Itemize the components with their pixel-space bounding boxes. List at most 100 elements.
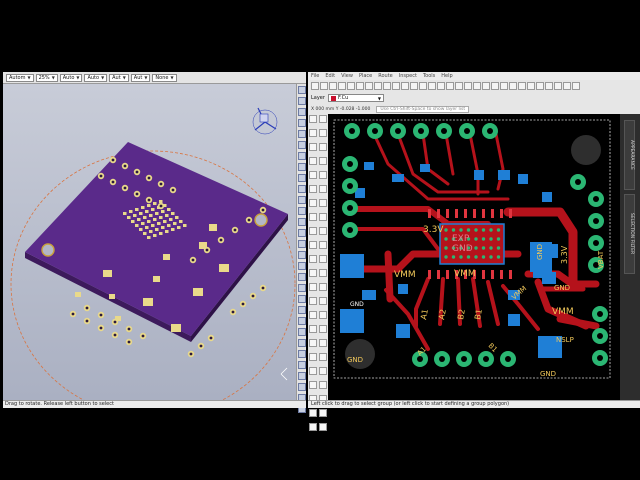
tab-appearance[interactable]: APPEARANCE [624,120,635,190]
compass-corner-icon[interactable] [280,367,288,381]
left-tool-button[interactable] [309,409,317,417]
3d-viewport[interactable] [3,84,296,400]
left-tool-button[interactable] [319,367,327,375]
menu-tools[interactable]: Tools [423,72,435,80]
toolbar-button[interactable] [419,82,427,90]
viewer-tool-button[interactable] [298,295,306,303]
toolbar-button[interactable] [446,82,454,90]
layer-dropdown[interactable]: F.Cu ▼ [327,94,384,102]
viewer-tool-button[interactable] [298,229,306,237]
viewer-tool-button[interactable] [298,130,306,138]
command-hint-field[interactable]: Use Ctrl-Shift-Space to show layer list [376,105,470,113]
menu-inspect[interactable]: Inspect [399,72,417,80]
toolbar-button[interactable] [320,82,328,90]
toolbar-button[interactable] [365,82,373,90]
viewer-tool-button[interactable] [298,361,306,369]
toolbar-button[interactable] [428,82,436,90]
left-tool-button[interactable] [319,157,327,165]
left-tool-button[interactable] [309,311,317,319]
pcb-board-svg[interactable]: 3.3V EXP GND VMM VMM VMM 3.3V VBAT GND G… [328,114,620,400]
left-tool-button[interactable] [319,269,327,277]
menu-help[interactable]: Help [441,72,452,80]
left-tool-button[interactable] [309,381,317,389]
left-tool-button[interactable] [319,255,327,263]
viewer-tool-button[interactable] [298,262,306,270]
viewer-tool-button[interactable] [298,383,306,391]
toolbar-button[interactable] [356,82,364,90]
left-tool-button[interactable] [309,199,317,207]
menu-edit[interactable]: Edit [325,72,335,80]
toolbar-button[interactable] [527,82,535,90]
viewer-tool-button[interactable] [298,306,306,314]
viewer-tool-button[interactable] [298,174,306,182]
tab-selection-filter[interactable]: SELECTION FILTER [624,194,635,274]
viewer-tool-button[interactable] [298,196,306,204]
viewer-tool-button[interactable] [298,152,306,160]
toolbar-button[interactable] [455,82,463,90]
left-tool-button[interactable] [319,283,327,291]
left-tool-button[interactable] [319,213,327,221]
viewer-tool-button[interactable] [298,273,306,281]
toolbar-button[interactable] [518,82,526,90]
viewer-tool-button[interactable] [298,185,306,193]
viewer-select-0[interactable]: Autom ▼ [6,74,34,82]
left-tool-button[interactable] [319,409,327,417]
left-tool-button[interactable] [309,157,317,165]
viewer-tool-button[interactable] [298,86,306,94]
toolbar-button[interactable] [545,82,553,90]
toolbar-button[interactable] [473,82,481,90]
toolbar-button[interactable] [437,82,445,90]
toolbar-button[interactable] [554,82,562,90]
viewer-tool-button[interactable] [298,163,306,171]
viewer-tool-button[interactable] [298,251,306,259]
menu-view[interactable]: View [341,72,353,80]
left-tool-button[interactable] [319,143,327,151]
left-tool-button[interactable] [309,143,317,151]
left-tool-button[interactable] [309,241,317,249]
toolbar-button[interactable] [491,82,499,90]
left-tool-button[interactable] [319,339,327,347]
toolbar-button[interactable] [401,82,409,90]
menu-file[interactable]: File [311,72,319,80]
left-tool-button[interactable] [319,129,327,137]
viewer-tool-button[interactable] [298,328,306,336]
viewer-tool-button[interactable] [298,218,306,226]
viewer-tool-button[interactable] [298,317,306,325]
toolbar-button[interactable] [410,82,418,90]
left-tool-button[interactable] [319,227,327,235]
left-tool-button[interactable] [319,325,327,333]
left-tool-button[interactable] [309,115,317,123]
menu-route[interactable]: Route [378,72,393,80]
left-tool-button[interactable] [319,381,327,389]
viewer-tool-button[interactable] [298,284,306,292]
viewer-tool-button[interactable] [298,339,306,347]
left-tool-button[interactable] [319,171,327,179]
toolbar-button[interactable] [536,82,544,90]
viewer-tool-button[interactable] [298,350,306,358]
left-tool-button[interactable] [309,325,317,333]
toolbar-button[interactable] [509,82,517,90]
left-tool-button[interactable] [309,269,317,277]
viewer-tool-button[interactable] [298,119,306,127]
toolbar-button[interactable] [374,82,382,90]
toolbar-button[interactable] [482,82,490,90]
toolbar-button[interactable] [347,82,355,90]
left-tool-button[interactable] [309,367,317,375]
left-tool-button[interactable] [309,423,317,431]
viewer-tool-button[interactable] [298,240,306,248]
viewer-tool-button[interactable] [298,141,306,149]
left-tool-button[interactable] [309,353,317,361]
toolbar-button[interactable] [338,82,346,90]
left-tool-button[interactable] [319,311,327,319]
toolbar-button[interactable] [500,82,508,90]
viewer-select-6[interactable]: None ▼ [152,74,177,82]
viewer-select-3[interactable]: Auto ▼ [84,74,108,82]
toolbar-button[interactable] [311,82,319,90]
viewer-tool-button[interactable] [298,207,306,215]
left-tool-button[interactable] [309,297,317,305]
left-tool-button[interactable] [309,185,317,193]
toolbar-button[interactable] [392,82,400,90]
viewer-select-5[interactable]: Aut ▼ [130,74,151,82]
axis-triad-icon[interactable] [252,107,278,135]
left-tool-button[interactable] [319,185,327,193]
